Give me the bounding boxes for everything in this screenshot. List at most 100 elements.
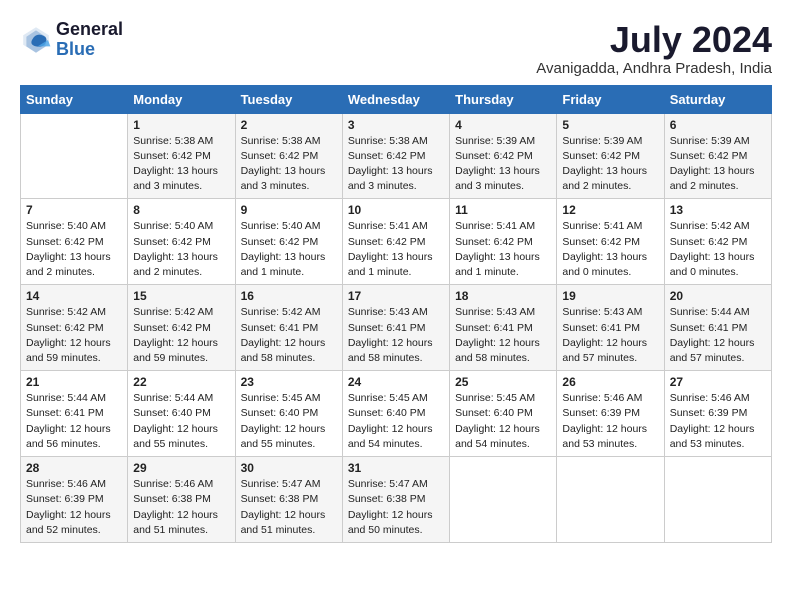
day-number: 15 (133, 289, 229, 303)
calendar-cell (450, 457, 557, 543)
calendar-cell: 10 Sunrise: 5:41 AMSunset: 6:42 PMDayligh… (342, 199, 449, 285)
day-info: Sunrise: 5:42 AMSunset: 6:41 PMDaylight:… (241, 305, 337, 366)
day-info: Sunrise: 5:43 AMSunset: 6:41 PMDaylight:… (455, 305, 551, 366)
calendar-table: SundayMondayTuesdayWednesdayThursdayFrid… (20, 85, 772, 543)
calendar-cell: 4 Sunrise: 5:39 AMSunset: 6:42 PMDaylight… (450, 113, 557, 199)
day-number: 3 (348, 118, 444, 132)
calendar-cell: 6 Sunrise: 5:39 AMSunset: 6:42 PMDaylight… (664, 113, 771, 199)
calendar-cell: 14 Sunrise: 5:42 AMSunset: 6:42 PMDayligh… (21, 285, 128, 371)
calendar-cell: 30 Sunrise: 5:47 AMSunset: 6:38 PMDayligh… (235, 457, 342, 543)
day-info: Sunrise: 5:47 AMSunset: 6:38 PMDaylight:… (241, 477, 337, 538)
day-number: 16 (241, 289, 337, 303)
day-number: 8 (133, 203, 229, 217)
calendar-cell: 23 Sunrise: 5:45 AMSunset: 6:40 PMDayligh… (235, 371, 342, 457)
calendar-cell: 29Sunrise: 5:46 AMSunset: 6:38 PMDayligh… (128, 457, 235, 543)
column-header-tuesday: Tuesday (235, 85, 342, 113)
column-header-thursday: Thursday (450, 85, 557, 113)
day-info: Sunrise: 5:39 AMSunset: 6:42 PMDaylight:… (670, 134, 766, 195)
day-info: Sunrise: 5:46 AMSunset: 6:39 PMDaylight:… (562, 391, 658, 452)
week-row-4: 21 Sunrise: 5:44 AMSunset: 6:41 PMDayligh… (21, 371, 772, 457)
day-info: Sunrise: 5:42 AMSunset: 6:42 PMDaylight:… (133, 305, 229, 366)
day-info: Sunrise: 5:40 AMSunset: 6:42 PMDaylight:… (26, 219, 122, 280)
day-info: Sunrise: 5:46 AMSunset: 6:39 PMDaylight:… (670, 391, 766, 452)
calendar-cell: 18Sunrise: 5:43 AMSunset: 6:41 PMDayligh… (450, 285, 557, 371)
day-info: Sunrise: 5:39 AMSunset: 6:42 PMDaylight:… (455, 134, 551, 195)
day-info: Sunrise: 5:38 AMSunset: 6:42 PMDaylight:… (348, 134, 444, 195)
day-info: Sunrise: 5:42 AMSunset: 6:42 PMDaylight:… (670, 219, 766, 280)
day-info: Sunrise: 5:45 AMSunset: 6:40 PMDaylight:… (241, 391, 337, 452)
calendar-cell: 25 Sunrise: 5:45 AMSunset: 6:40 PMDayligh… (450, 371, 557, 457)
location-subtitle: Avanigadda, Andhra Pradesh, India (536, 60, 772, 77)
calendar-cell (664, 457, 771, 543)
day-number: 24 (348, 375, 444, 389)
day-number: 9 (241, 203, 337, 217)
day-info: Sunrise: 5:43 AMSunset: 6:41 PMDaylight:… (562, 305, 658, 366)
day-number: 23 (241, 375, 337, 389)
day-info: Sunrise: 5:42 AMSunset: 6:42 PMDaylight:… (26, 305, 122, 366)
day-info: Sunrise: 5:41 AMSunset: 6:42 PMDaylight:… (455, 219, 551, 280)
calendar-header-row: SundayMondayTuesdayWednesdayThursdayFrid… (21, 85, 772, 113)
day-number: 17 (348, 289, 444, 303)
page-header: General Blue July 2024 Avanigadda, Andhr… (20, 20, 772, 77)
column-header-monday: Monday (128, 85, 235, 113)
day-info: Sunrise: 5:41 AMSunset: 6:42 PMDaylight:… (348, 219, 444, 280)
calendar-cell: 19Sunrise: 5:43 AMSunset: 6:41 PMDayligh… (557, 285, 664, 371)
day-info: Sunrise: 5:38 AMSunset: 6:42 PMDaylight:… (133, 134, 229, 195)
logo: General Blue (20, 20, 123, 60)
month-title: July 2024 (536, 20, 772, 60)
day-info: Sunrise: 5:39 AMSunset: 6:42 PMDaylight:… (562, 134, 658, 195)
column-header-friday: Friday (557, 85, 664, 113)
calendar-cell: 27 Sunrise: 5:46 AMSunset: 6:39 PMDayligh… (664, 371, 771, 457)
day-info: Sunrise: 5:38 AMSunset: 6:42 PMDaylight:… (241, 134, 337, 195)
day-info: Sunrise: 5:41 AMSunset: 6:42 PMDaylight:… (562, 219, 658, 280)
day-info: Sunrise: 5:44 AMSunset: 6:40 PMDaylight:… (133, 391, 229, 452)
calendar-cell: 5 Sunrise: 5:39 AMSunset: 6:42 PMDaylight… (557, 113, 664, 199)
calendar-cell: 7 Sunrise: 5:40 AMSunset: 6:42 PMDaylight… (21, 199, 128, 285)
day-info: Sunrise: 5:46 AMSunset: 6:39 PMDaylight:… (26, 477, 122, 538)
day-number: 13 (670, 203, 766, 217)
day-number: 12 (562, 203, 658, 217)
day-number: 29 (133, 461, 229, 475)
day-number: 21 (26, 375, 122, 389)
day-info: Sunrise: 5:45 AMSunset: 6:40 PMDaylight:… (455, 391, 551, 452)
day-number: 20 (670, 289, 766, 303)
day-number: 10 (348, 203, 444, 217)
calendar-cell: 9Sunrise: 5:40 AMSunset: 6:42 PMDaylight… (235, 199, 342, 285)
title-block: July 2024 Avanigadda, Andhra Pradesh, In… (536, 20, 772, 77)
week-row-5: 28Sunrise: 5:46 AMSunset: 6:39 PMDayligh… (21, 457, 772, 543)
day-number: 6 (670, 118, 766, 132)
day-number: 4 (455, 118, 551, 132)
day-number: 11 (455, 203, 551, 217)
calendar-cell: 26 Sunrise: 5:46 AMSunset: 6:39 PMDayligh… (557, 371, 664, 457)
day-number: 22 (133, 375, 229, 389)
day-number: 5 (562, 118, 658, 132)
day-info: Sunrise: 5:44 AMSunset: 6:41 PMDaylight:… (26, 391, 122, 452)
calendar-cell: 31 Sunrise: 5:47 AMSunset: 6:38 PMDayligh… (342, 457, 449, 543)
calendar-cell: 24Sunrise: 5:45 AMSunset: 6:40 PMDayligh… (342, 371, 449, 457)
calendar-cell: 13 Sunrise: 5:42 AMSunset: 6:42 PMDayligh… (664, 199, 771, 285)
calendar-cell: 28Sunrise: 5:46 AMSunset: 6:39 PMDayligh… (21, 457, 128, 543)
day-number: 27 (670, 375, 766, 389)
calendar-cell: 17Sunrise: 5:43 AMSunset: 6:41 PMDayligh… (342, 285, 449, 371)
column-header-wednesday: Wednesday (342, 85, 449, 113)
day-number: 26 (562, 375, 658, 389)
day-number: 1 (133, 118, 229, 132)
day-number: 14 (26, 289, 122, 303)
day-number: 7 (26, 203, 122, 217)
day-number: 31 (348, 461, 444, 475)
calendar-cell: 16 Sunrise: 5:42 AMSunset: 6:41 PMDayligh… (235, 285, 342, 371)
day-number: 25 (455, 375, 551, 389)
day-info: Sunrise: 5:47 AMSunset: 6:38 PMDaylight:… (348, 477, 444, 538)
day-info: Sunrise: 5:44 AMSunset: 6:41 PMDaylight:… (670, 305, 766, 366)
day-number: 30 (241, 461, 337, 475)
calendar-cell: 3 Sunrise: 5:38 AMSunset: 6:42 PMDaylight… (342, 113, 449, 199)
calendar-cell: 2 Sunrise: 5:38 AMSunset: 6:42 PMDaylight… (235, 113, 342, 199)
logo-text: General Blue (56, 20, 123, 60)
calendar-body: 1 Sunrise: 5:38 AMSunset: 6:42 PMDaylight… (21, 113, 772, 542)
calendar-cell: 15 Sunrise: 5:42 AMSunset: 6:42 PMDayligh… (128, 285, 235, 371)
calendar-cell (557, 457, 664, 543)
calendar-cell: 12 Sunrise: 5:41 AMSunset: 6:42 PMDayligh… (557, 199, 664, 285)
calendar-cell (21, 113, 128, 199)
logo-icon (20, 24, 52, 56)
day-number: 2 (241, 118, 337, 132)
